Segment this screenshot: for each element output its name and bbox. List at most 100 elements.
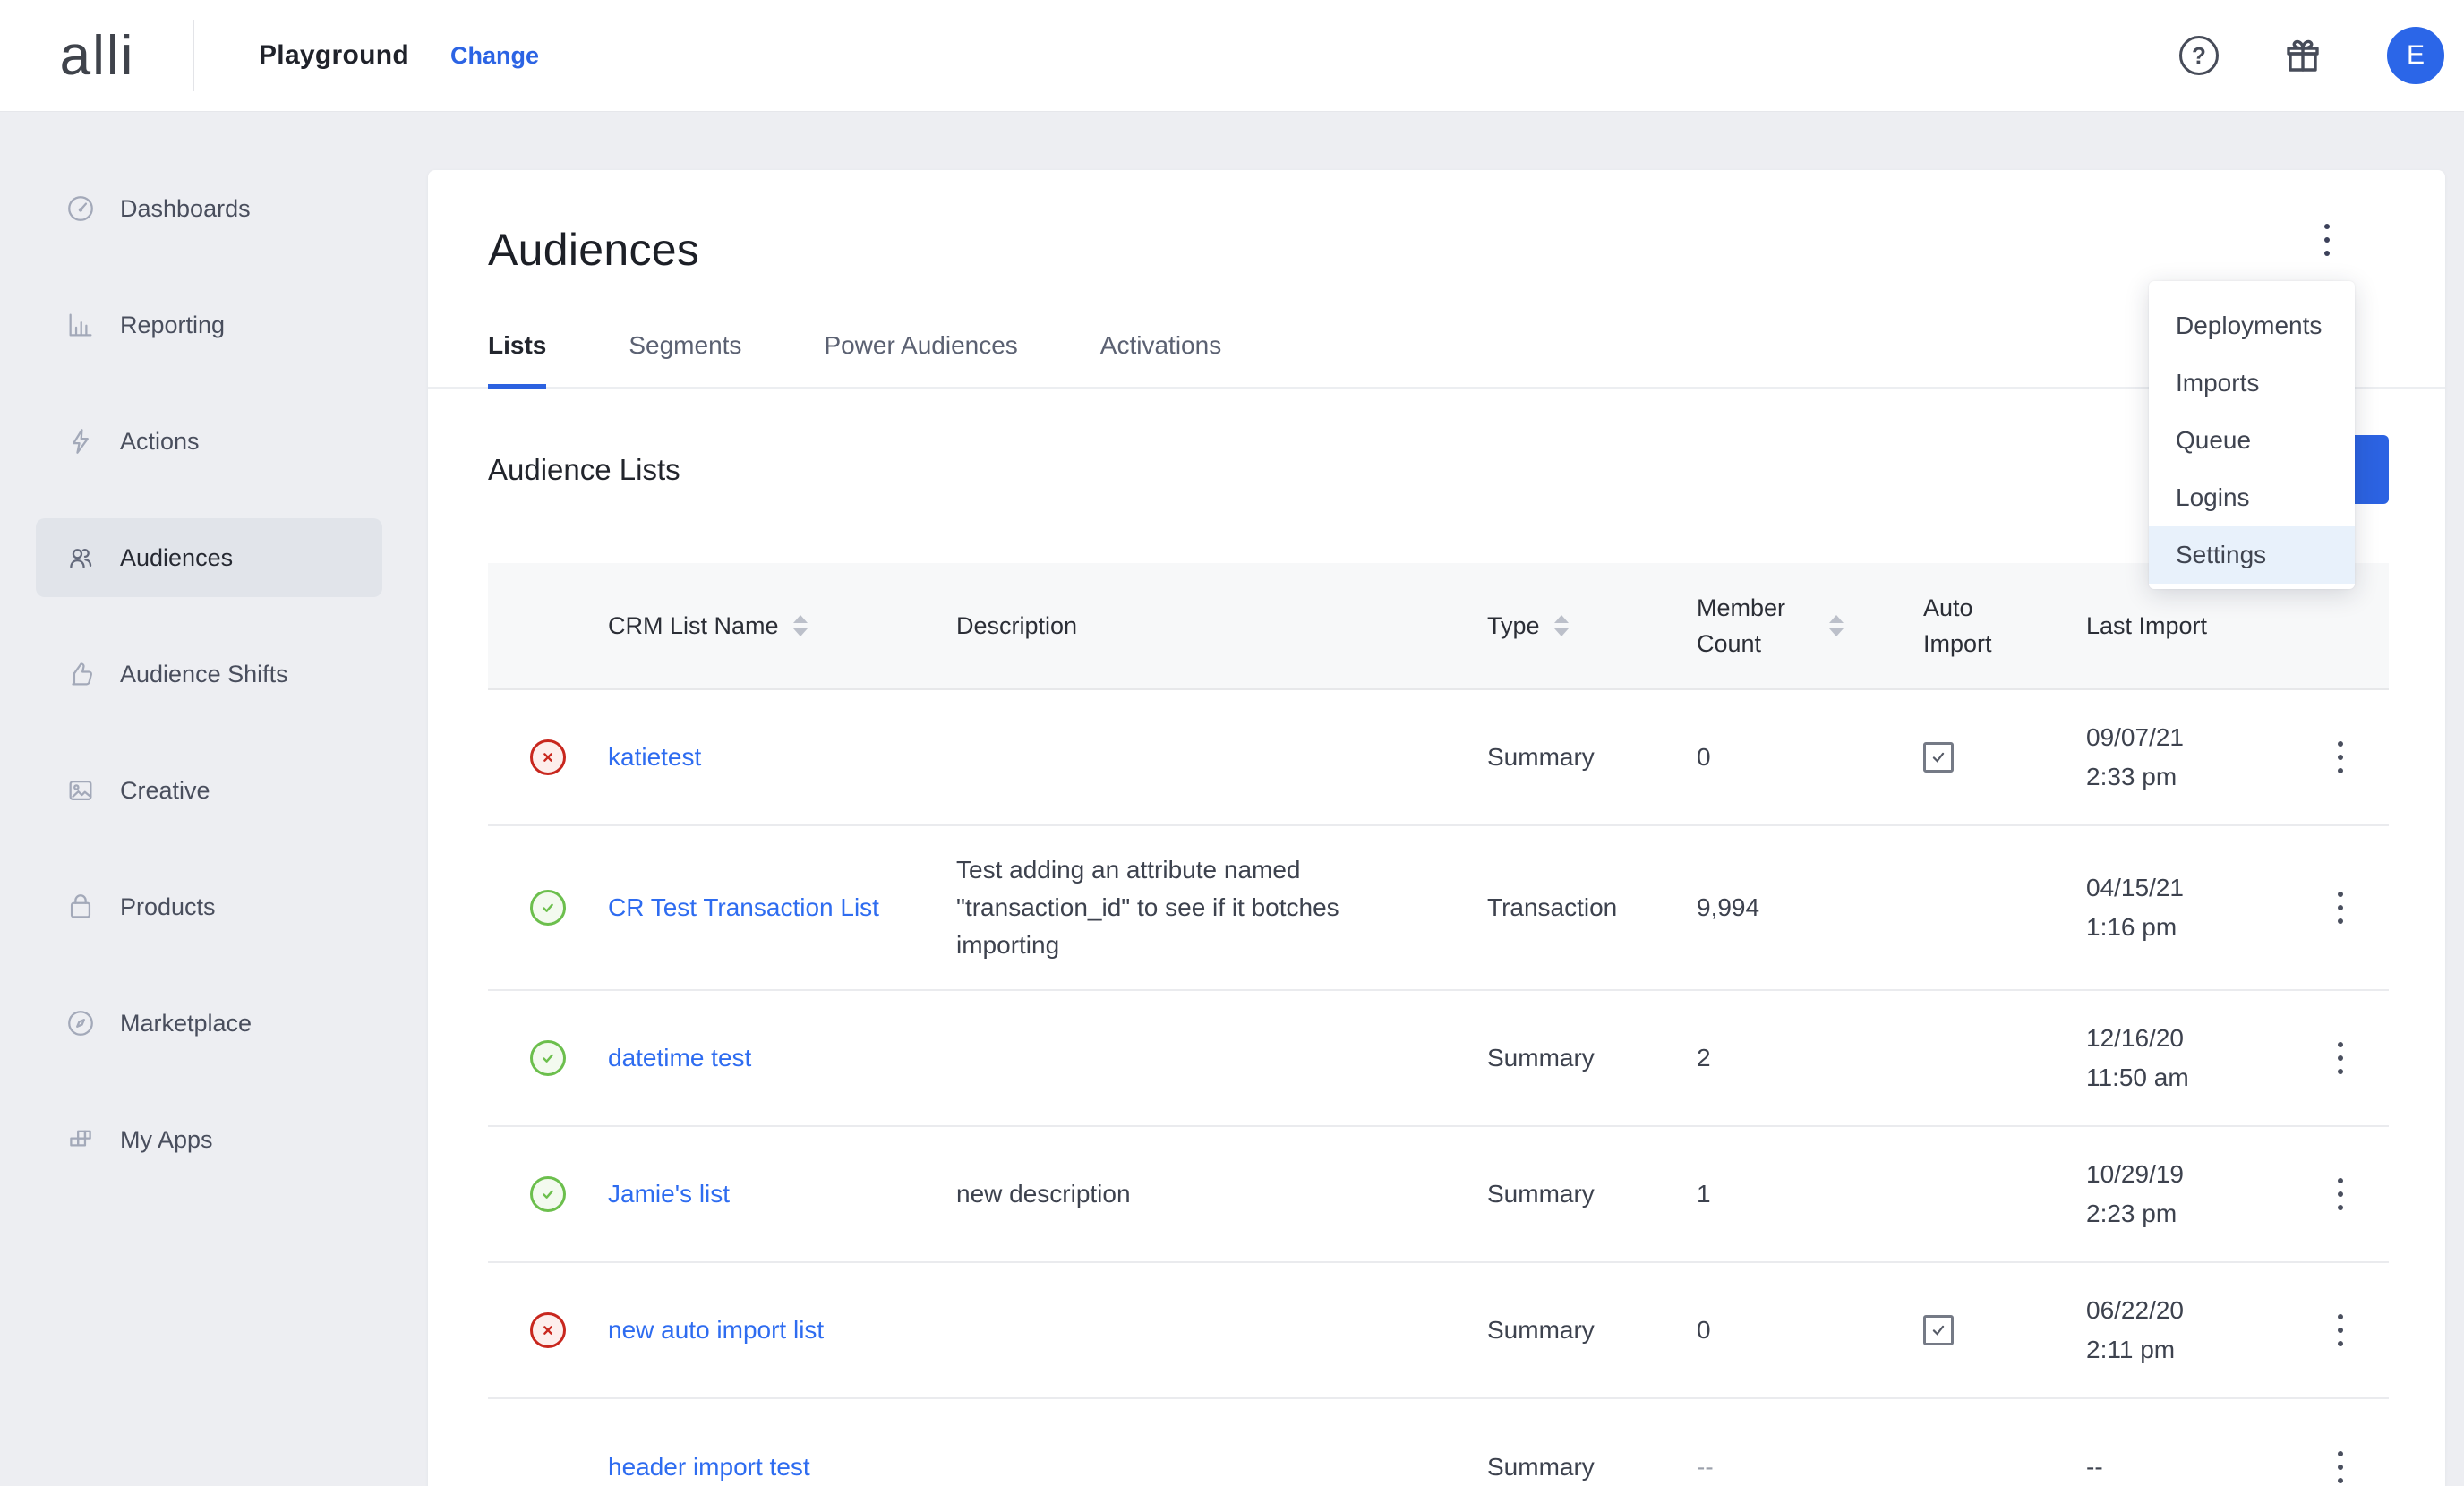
crm-list-name-link[interactable]: new auto import list <box>608 1311 956 1349</box>
gift-icon[interactable] <box>2281 34 2324 77</box>
bar-chart-icon <box>65 310 96 340</box>
menu-item-settings[interactable]: Settings <box>2149 526 2355 584</box>
sidebar-item-marketplace[interactable]: Marketplace <box>36 984 382 1063</box>
sidebar-item-label: Actions <box>120 428 200 456</box>
apps-grid-icon <box>65 1124 96 1155</box>
sidebar-item-products[interactable]: Products <box>36 867 382 946</box>
last-import: 06/22/202:11 pm <box>2086 1291 2292 1370</box>
column-header-auto-import: Auto Import <box>1923 590 2086 662</box>
alli-logo: alli <box>60 24 135 88</box>
shopping-bag-icon <box>65 892 96 922</box>
page-title: Audiences <box>488 224 2389 276</box>
column-header-crm-list-name[interactable]: CRM List Name <box>608 608 956 644</box>
list-type: Summary <box>1487 1180 1697 1208</box>
topbar-actions: ? E <box>2179 27 2464 84</box>
crm-list-name-link[interactable]: header import test <box>608 1448 956 1486</box>
sort-icon[interactable] <box>793 615 808 636</box>
menu-item-logins[interactable]: Logins <box>2149 469 2355 526</box>
sidebar-item-reporting[interactable]: Reporting <box>36 286 382 364</box>
table-row: datetime testSummary212/16/2011:50 am <box>488 991 2389 1127</box>
menu-item-queue[interactable]: Queue <box>2149 412 2355 469</box>
table-row: new auto import listSummary006/22/202:11… <box>488 1263 2389 1399</box>
menu-item-deployments[interactable]: Deployments <box>2149 297 2355 354</box>
import-success-icon <box>530 890 566 926</box>
column-header-member-count[interactable]: Member Count <box>1697 590 1923 662</box>
table-row: Jamie's listnew descriptionSummary110/29… <box>488 1127 2389 1263</box>
image-icon <box>65 775 96 806</box>
member-count: 2 <box>1697 1044 1923 1072</box>
compass-icon <box>65 1008 96 1038</box>
avatar[interactable]: E <box>2387 27 2444 84</box>
sidebar: Dashboards Reporting Actions Audiences Audie… <box>0 112 428 1486</box>
auto-import-checkbox[interactable] <box>1923 1315 1954 1345</box>
import-success-icon <box>530 1040 566 1076</box>
column-header-type[interactable]: Type <box>1487 608 1697 644</box>
last-import: 12/16/2011:50 am <box>2086 1019 2292 1097</box>
table-row: katietest Summary0 09/07/212:33 pm <box>488 690 2389 826</box>
workspace-name: Playground <box>259 40 409 71</box>
sidebar-item-dashboards[interactable]: Dashboards <box>36 169 382 248</box>
member-count: 0 <box>1697 743 1923 772</box>
sidebar-item-audiences[interactable]: Audiences <box>36 518 382 597</box>
tab-activations[interactable]: Activations <box>1100 331 1221 387</box>
menu-item-imports[interactable]: Imports <box>2149 354 2355 412</box>
member-count: -- <box>1697 1453 1923 1482</box>
row-kebab-menu-icon[interactable] <box>2320 734 2361 781</box>
topbar: alli Playground Change ? E <box>0 0 2464 112</box>
list-description: new description <box>956 1175 1487 1213</box>
sidebar-item-my-apps[interactable]: My Apps <box>36 1100 382 1179</box>
row-kebab-menu-icon[interactable] <box>2320 1307 2361 1354</box>
list-type: Transaction <box>1487 893 1697 922</box>
logo-container: alli <box>0 0 194 111</box>
audiences-page-card: Audiences Lists Segments Power Audiences Ac… <box>428 170 2445 1486</box>
row-kebab-menu-icon[interactable] <box>2320 1035 2361 1081</box>
member-count: 1 <box>1697 1180 1923 1208</box>
page-kebab-menu-icon[interactable] <box>2306 217 2348 263</box>
thumbs-up-icon <box>65 659 96 689</box>
lightning-bolt-icon <box>65 426 96 457</box>
people-icon <box>65 542 96 573</box>
sidebar-item-label: Creative <box>120 777 210 805</box>
help-icon[interactable]: ? <box>2179 36 2219 75</box>
crm-list-name-link[interactable]: Jamie's list <box>608 1175 956 1213</box>
list-description: Test adding an attribute named "transact… <box>956 851 1487 964</box>
page-kebab-dropdown: DeploymentsImportsQueueLoginsSettings <box>2149 281 2355 589</box>
import-error-icon <box>530 1312 566 1348</box>
change-workspace-link[interactable]: Change <box>450 42 539 70</box>
list-type: Summary <box>1487 1316 1697 1345</box>
table-header-row: CRM List NameDescriptionTypeMember Count… <box>488 563 2389 690</box>
import-success-icon <box>530 1176 566 1212</box>
crm-list-name-link[interactable]: CR Test Transaction List <box>608 889 956 927</box>
tab-lists[interactable]: Lists <box>488 331 546 387</box>
sidebar-item-audience-shifts[interactable]: Audience Shifts <box>36 635 382 713</box>
audience-lists-table: CRM List NameDescriptionTypeMember Count… <box>488 563 2389 1486</box>
sidebar-item-creative[interactable]: Creative <box>36 751 382 830</box>
row-kebab-menu-icon[interactable] <box>2320 1444 2361 1486</box>
last-import: -- <box>2086 1448 2292 1486</box>
sidebar-item-label: Audience Shifts <box>120 661 288 688</box>
last-import: 09/07/212:33 pm <box>2086 718 2292 797</box>
sidebar-item-label: Audiences <box>120 544 233 572</box>
table-body: katietestSummary009/07/212:33 pmCR Test … <box>488 690 2389 1486</box>
column-header-last-import: Last Import <box>2086 608 2292 644</box>
tab-segments[interactable]: Segments <box>629 331 741 387</box>
list-type: Summary <box>1487 743 1697 772</box>
column-header-description: Description <box>956 608 1487 644</box>
table-row: header import testSummary---- <box>488 1399 2389 1486</box>
table-row: CR Test Transaction ListTest adding an a… <box>488 826 2389 991</box>
sort-icon[interactable] <box>1554 615 1569 636</box>
sidebar-item-label: Dashboards <box>120 195 251 223</box>
member-count: 9,994 <box>1697 893 1923 922</box>
last-import: 04/15/211:16 pm <box>2086 868 2292 947</box>
row-kebab-menu-icon[interactable] <box>2320 884 2361 931</box>
import-error-icon <box>530 739 566 775</box>
audiences-tabs: Lists Segments Power Audiences Activations <box>428 331 2445 389</box>
auto-import-checkbox[interactable] <box>1923 742 1954 773</box>
tab-power-audiences[interactable]: Power Audiences <box>824 331 1017 387</box>
sidebar-item-label: Reporting <box>120 312 225 339</box>
sidebar-item-actions[interactable]: Actions <box>36 402 382 481</box>
sort-icon[interactable] <box>1829 615 1844 636</box>
crm-list-name-link[interactable]: katietest <box>608 739 956 776</box>
row-kebab-menu-icon[interactable] <box>2320 1171 2361 1217</box>
crm-list-name-link[interactable]: datetime test <box>608 1039 956 1077</box>
